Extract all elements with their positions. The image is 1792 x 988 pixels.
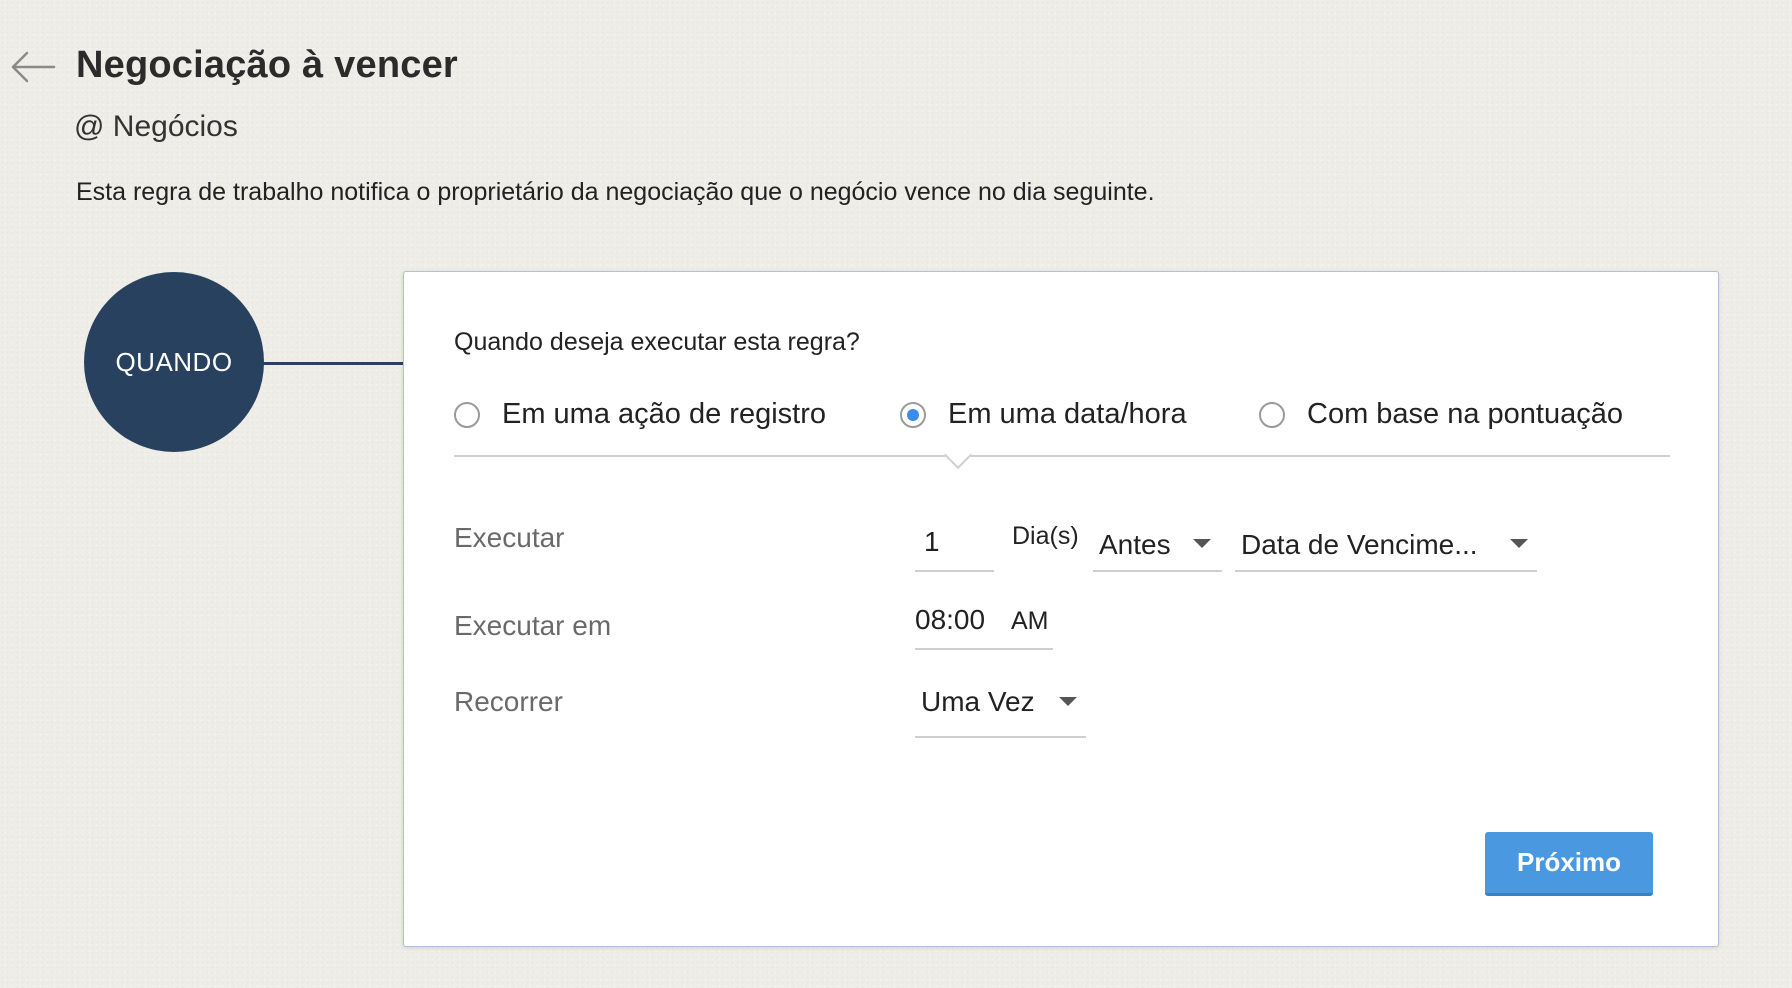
recur-select[interactable]: Uma Vez: [915, 672, 1086, 738]
trigger-options-group: Em uma ação de registro Em uma data/hora…: [454, 398, 1670, 458]
rule-description: Esta regra de trabalho notifica o propri…: [76, 178, 1155, 206]
execute-at-label: Executar em: [454, 610, 612, 641]
module-name: @ Negócios: [74, 110, 238, 143]
execute-field-select[interactable]: Data de Vencime...: [1235, 516, 1537, 572]
rule-trigger-card: Quando deseja executar esta regra? Em um…: [403, 271, 1719, 947]
chevron-down-icon: [1510, 539, 1528, 548]
execute-unit-label: Dia(s): [1012, 522, 1079, 550]
back-arrow-icon[interactable]: [10, 44, 56, 90]
execute-relation-select[interactable]: Antes: [1093, 516, 1222, 572]
recur-value-text: Uma Vez: [921, 686, 1035, 717]
trigger-option-score-based[interactable]: Com base na pontuação: [1259, 398, 1623, 431]
radio-unchecked-icon[interactable]: [454, 401, 480, 428]
when-step-circle: QUANDO: [84, 272, 264, 452]
trigger-option-label: Com base na pontuação: [1307, 398, 1623, 430]
execute-value-text: 1: [924, 526, 940, 557]
trigger-question: Quando deseja executar esta regra?: [454, 328, 860, 356]
step-connector-line: [262, 362, 404, 365]
execute-at-time-text: 08:00: [915, 604, 986, 635]
trigger-option-label: Em uma ação de registro: [502, 398, 826, 430]
trigger-option-record-action[interactable]: Em uma ação de registro: [454, 398, 826, 431]
when-step-label: QUANDO: [115, 346, 233, 377]
radio-checked-icon[interactable]: [900, 401, 926, 428]
chevron-down-icon: [1059, 697, 1077, 706]
recur-label: Recorrer: [454, 686, 563, 717]
execute-at-time-input[interactable]: 08:00 AM: [915, 598, 1053, 650]
chevron-down-icon: [1193, 539, 1211, 548]
execute-at-period-text: AM: [1011, 607, 1049, 635]
page-title: Negociação à vencer: [76, 44, 458, 86]
radio-unchecked-icon[interactable]: [1259, 401, 1285, 428]
execute-field-text: Data de Vencime...: [1241, 529, 1478, 560]
execute-label: Executar: [454, 522, 565, 553]
next-button[interactable]: Próximo: [1485, 832, 1653, 896]
trigger-option-date-time[interactable]: Em uma data/hora: [900, 398, 1187, 431]
trigger-option-label: Em uma data/hora: [948, 398, 1187, 430]
execute-value-input[interactable]: 1: [915, 516, 994, 572]
execute-relation-text: Antes: [1099, 529, 1171, 560]
options-divider: [454, 455, 1670, 457]
